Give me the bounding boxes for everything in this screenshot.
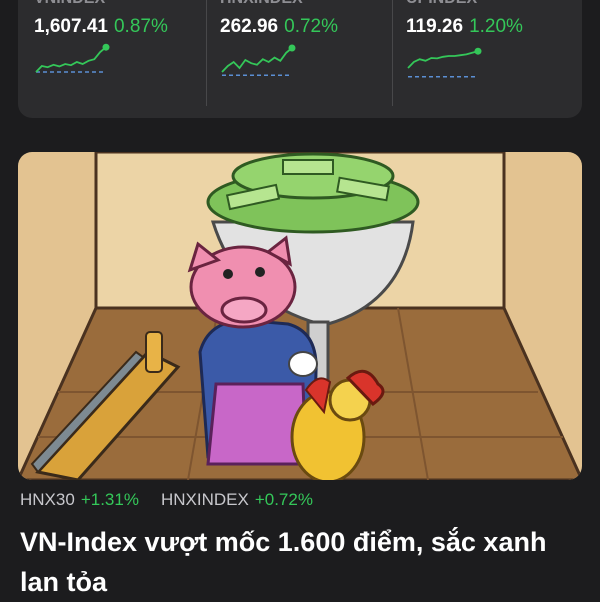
sparkline-upindex — [407, 47, 482, 78]
index-value: 1,607.41 — [34, 16, 108, 37]
index-change: 0.87% — [113, 16, 168, 37]
index-change: 0.72% — [284, 16, 338, 37]
sparkline-vnindex — [35, 43, 110, 73]
article-headline[interactable]: VN-Index vượt mốc 1.600 điểm, sắc xanh l… — [20, 522, 580, 602]
market-index-card: VNINDEX 1,607.410.87% HNXINDEX 262.960.7… — [18, 0, 582, 118]
article-illustration[interactable] — [18, 152, 582, 480]
article-tags: HNX30 +1.31% HNXINDEX +0.72% — [20, 490, 335, 510]
index-name: HNXINDEX — [220, 0, 303, 8]
index-value: 262.96 — [220, 16, 279, 37]
tag-name: HNXINDEX — [160, 490, 249, 509]
index-item-vnindex[interactable]: VNINDEX 1,607.410.87% — [34, 0, 210, 118]
sparkline-path — [407, 50, 479, 69]
sparkline-path — [221, 47, 293, 73]
tag-change: +1.31% — [80, 490, 139, 509]
index-item-upindex[interactable]: UPINDEX 119.261.20% — [406, 0, 582, 118]
tag-change: +0.72% — [254, 490, 313, 509]
index-value: 119.26 — [406, 16, 464, 37]
index-name: UPINDEX — [406, 0, 477, 8]
tag-name: HNX30 — [20, 490, 75, 509]
sparkline-last-point — [474, 47, 482, 55]
index-divider — [392, 0, 393, 106]
index-name: VNINDEX — [34, 0, 105, 8]
sparkline-last-point — [288, 44, 296, 52]
tag-hnxindex[interactable]: HNXINDEX +0.72% — [161, 490, 313, 510]
tag-hnx30[interactable]: HNX30 +1.31% — [20, 490, 139, 510]
index-item-hnxindex[interactable]: HNXINDEX 262.960.72% — [220, 0, 396, 118]
index-divider — [206, 0, 207, 106]
index-change: 1.20% — [469, 16, 523, 37]
sparkline-hnxindex — [221, 44, 296, 76]
sparkline-last-point — [102, 43, 110, 51]
sparkline-path — [35, 46, 107, 73]
